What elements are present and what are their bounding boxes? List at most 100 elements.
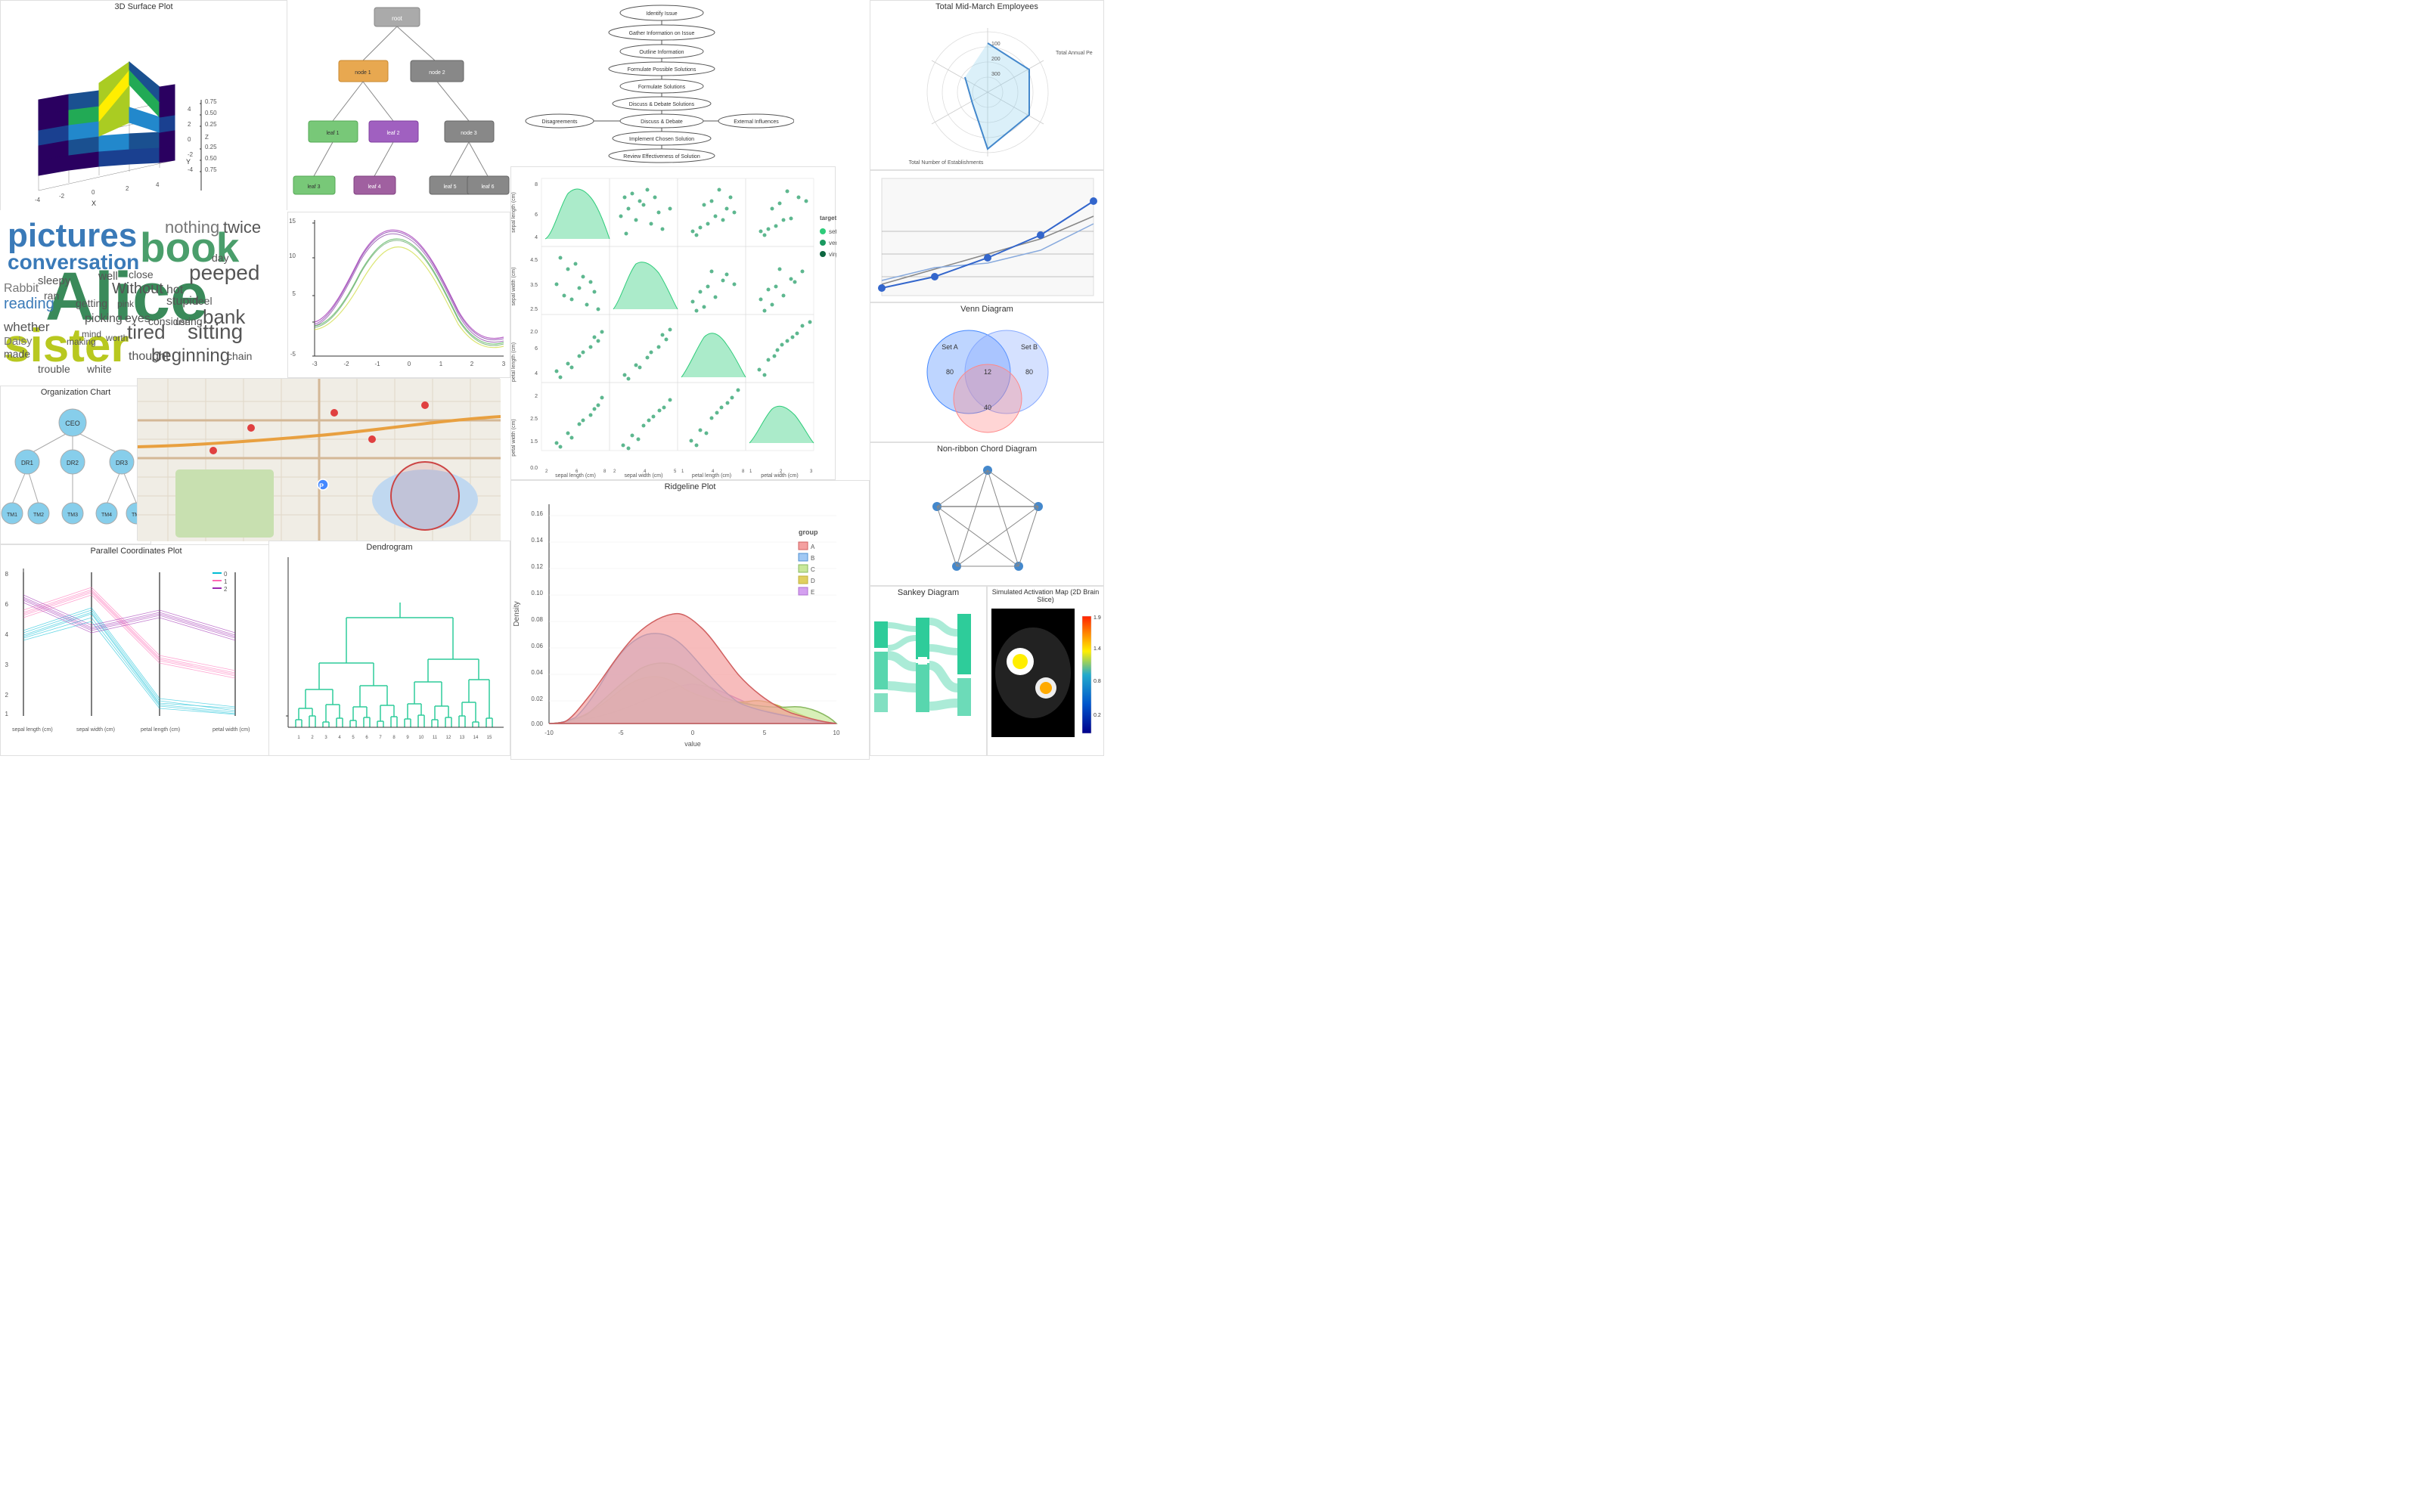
venn-diagram-container: Venn Diagram Set A Set B 80 80 12 40 xyxy=(870,302,1104,442)
chord-svg xyxy=(870,455,1105,585)
radar-title: Total Mid-March Employees xyxy=(870,1,1103,13)
svg-text:target: target xyxy=(820,215,836,222)
org-chart-title: Organization Chart xyxy=(1,386,150,398)
svg-text:0.75: 0.75 xyxy=(205,98,217,105)
radar-svg: 100 200 300 Total Number of Establishmen… xyxy=(870,13,1105,168)
org-chart-container: Organization Chart CEO DR1 DR2 xyxy=(0,386,151,544)
svg-text:4: 4 xyxy=(156,181,160,188)
svg-text:0.06: 0.06 xyxy=(531,643,543,649)
radar-chart-container: Total Mid-March Employees 100 200 300 xyxy=(870,0,1104,170)
word-trouble: trouble xyxy=(38,363,70,375)
svg-text:0.25: 0.25 xyxy=(205,121,217,128)
sankey-title: Sankey Diagram xyxy=(870,587,986,599)
svg-text:2: 2 xyxy=(470,361,474,367)
svg-text:Outline Information: Outline Information xyxy=(639,50,684,55)
svg-text:0.14: 0.14 xyxy=(531,537,543,544)
dendrogram-container: Dendrogram 2.00 - - - xyxy=(268,541,510,756)
svg-text:-2: -2 xyxy=(59,193,65,200)
svg-text:External Influences: External Influences xyxy=(734,119,779,125)
svg-text:3: 3 xyxy=(502,361,506,367)
surface-plot-svg: Y -4 -2 0 2 4 X -4 -2 0 2 4 0.75 0.50 0.… xyxy=(1,13,288,209)
word-bank: bank xyxy=(203,305,246,328)
svg-text:sepal width (cm): sepal width (cm) xyxy=(625,473,663,479)
svg-text:8: 8 xyxy=(535,182,538,187)
word-pink: pink xyxy=(117,299,135,309)
svg-text:-2: -2 xyxy=(188,151,194,158)
svg-text:P: P xyxy=(319,482,324,490)
svg-text:4: 4 xyxy=(338,736,341,740)
svg-text:4: 4 xyxy=(535,371,538,376)
svg-text:4: 4 xyxy=(5,631,9,638)
chord-title: Non-ribbon Chord Diagram xyxy=(870,443,1103,455)
svg-text:X: X xyxy=(92,200,96,207)
svg-text:15: 15 xyxy=(487,736,492,740)
svg-text:5: 5 xyxy=(352,736,355,740)
svg-text:1: 1 xyxy=(297,736,300,740)
dendrogram-title: Dendrogram xyxy=(269,541,510,553)
venn-title: Venn Diagram xyxy=(870,303,1103,315)
word-thought: thought xyxy=(129,350,169,363)
svg-text:virginica: virginica xyxy=(829,251,836,258)
svg-text:Formulate Possible Solutions: Formulate Possible Solutions xyxy=(628,67,696,73)
word-white: white xyxy=(86,363,112,375)
svg-text:leaf 5: leaf 5 xyxy=(443,184,456,190)
svg-text:10: 10 xyxy=(419,736,424,740)
word-use: use xyxy=(175,317,191,327)
svg-text:4: 4 xyxy=(188,106,191,113)
sankey-svg xyxy=(870,599,988,756)
ridgeline-plot-container: Ridgeline Plot Density 0.00 0.02 0.04 0.… xyxy=(510,480,870,760)
svg-text:Set A: Set A xyxy=(942,343,958,351)
sankey-diagram-container: Sankey Diagram xyxy=(870,586,987,756)
svg-text:2: 2 xyxy=(188,121,191,128)
word-rabbit: Rabbit xyxy=(4,282,39,295)
svg-text:petal length (cm): petal length (cm) xyxy=(141,727,180,733)
svg-text:Disagreements: Disagreements xyxy=(541,119,578,125)
svg-text:3.5: 3.5 xyxy=(530,283,538,288)
svg-text:1.5: 1.5 xyxy=(530,439,538,445)
svg-text:80: 80 xyxy=(946,368,954,376)
svg-text:1: 1 xyxy=(5,711,9,717)
svg-text:2.5: 2.5 xyxy=(530,417,538,422)
svg-text:6: 6 xyxy=(535,346,538,352)
svg-text:3: 3 xyxy=(324,736,327,740)
word-well: well xyxy=(98,270,118,283)
svg-text:2: 2 xyxy=(613,469,616,474)
svg-text:Discuss & Debate: Discuss & Debate xyxy=(641,119,683,125)
svg-text:sepal length (cm): sepal length (cm) xyxy=(511,192,517,233)
word-conversation: conversation xyxy=(8,250,139,274)
svg-text:12: 12 xyxy=(984,368,991,376)
svg-text:0.16: 0.16 xyxy=(531,510,543,517)
word-making: making xyxy=(67,336,96,347)
svg-text:1: 1 xyxy=(681,469,684,474)
svg-text:Formulate Solutions: Formulate Solutions xyxy=(638,85,686,90)
svg-text:6: 6 xyxy=(365,736,368,740)
svg-text:A: A xyxy=(811,544,815,550)
svg-text:0: 0 xyxy=(188,136,191,143)
dr2-label: DR2 xyxy=(67,460,79,466)
svg-text:Y: Y xyxy=(186,158,191,166)
chord-diagram-container: Non-ribbon Chord Diagram xyxy=(870,442,1104,586)
brain-title: Simulated Activation Map (2D Brain Slice… xyxy=(988,587,1103,605)
word-cloud-svg: Alice sister pictures book conversation … xyxy=(0,210,287,384)
svg-text:E: E xyxy=(811,589,814,596)
svg-text:0.50: 0.50 xyxy=(205,110,217,116)
word-chain: chain xyxy=(227,350,252,362)
svg-text:4: 4 xyxy=(535,235,538,240)
svg-text:40: 40 xyxy=(984,404,991,411)
svg-text:0.12: 0.12 xyxy=(531,563,543,570)
word-day: day xyxy=(212,252,229,264)
svg-text:2: 2 xyxy=(545,469,548,474)
svg-text:Identify Issue: Identify Issue xyxy=(646,11,677,17)
svg-text:0.02: 0.02 xyxy=(531,696,543,702)
svg-text:3: 3 xyxy=(810,469,813,474)
svg-text:0.00: 0.00 xyxy=(531,720,543,727)
svg-text:0.08: 0.08 xyxy=(531,616,543,623)
line-chart-container xyxy=(870,170,1104,302)
parallel-coords-title: Parallel Coordinates Plot xyxy=(1,545,271,557)
svg-text:11: 11 xyxy=(433,736,438,740)
tm2-label: TM2 xyxy=(33,513,44,518)
word-cloud-container: Alice sister pictures book conversation … xyxy=(0,210,287,384)
svg-text:0.04: 0.04 xyxy=(531,669,543,676)
svg-text:-4: -4 xyxy=(188,166,194,173)
svg-text:leaf 1: leaf 1 xyxy=(326,131,339,136)
